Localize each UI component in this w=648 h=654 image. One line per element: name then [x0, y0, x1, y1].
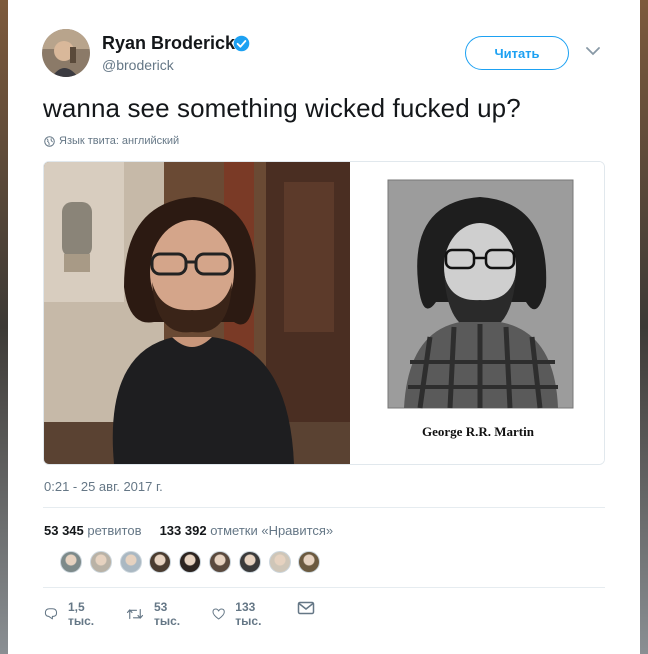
tweet-timestamp[interactable]: 0:21 - 25 авг. 2017 г.: [44, 479, 163, 494]
retweet-button[interactable]: 53 тыс.: [126, 600, 186, 628]
liker-avatar[interactable]: [179, 551, 202, 573]
reply-button[interactable]: 1,5 тыс.: [44, 600, 100, 628]
liker-avatar[interactable]: [238, 551, 261, 573]
reply-icon: [44, 608, 58, 620]
liker-avatar[interactable]: [60, 551, 82, 573]
tweet-card: Ryan Broderick @broderick Читать wanna s…: [8, 0, 640, 654]
chevron-down-icon[interactable]: [586, 46, 600, 56]
language-note: Язык твита: английский: [59, 135, 180, 147]
retweets-label: ретвитов: [87, 523, 142, 538]
image-caption: George R.R. Martin: [422, 424, 534, 439]
heart-icon: [212, 608, 225, 620]
likes-count: 133 392: [159, 523, 207, 538]
liker-avatars: [60, 551, 328, 573]
liker-avatar[interactable]: [268, 551, 291, 573]
yearbook-photo-image: [350, 162, 604, 464]
retweet-count: 53 тыс.: [154, 600, 181, 628]
liker-avatar[interactable]: [149, 551, 172, 573]
engagement-stats: 53 345 ретвитов 133 392 отметки «Нравитс…: [44, 523, 333, 538]
divider: [43, 507, 605, 508]
actor-photo-image: [44, 162, 350, 464]
globe-icon: [44, 136, 55, 147]
direct-message-button[interactable]: [297, 600, 325, 616]
author-name[interactable]: Ryan Broderick: [102, 33, 235, 54]
likes-label: отметки «Нравится»: [210, 523, 334, 538]
liker-avatar[interactable]: [89, 551, 112, 573]
photo-actor[interactable]: [44, 162, 350, 464]
verified-badge-icon: [233, 35, 250, 52]
like-count: 133 тыс.: [235, 600, 262, 628]
backdrop-right: [640, 0, 648, 654]
liker-avatar[interactable]: [298, 551, 321, 573]
author-avatar[interactable]: [42, 29, 90, 77]
retweet-icon: [126, 608, 144, 620]
tweet-text: wanna see something wicked fucked up?: [43, 93, 521, 123]
envelope-icon: [297, 601, 315, 615]
liker-avatar[interactable]: [119, 551, 142, 573]
tweet-media[interactable]: George R.R. Martin: [43, 161, 605, 465]
divider: [43, 587, 605, 588]
follow-button[interactable]: Читать: [465, 36, 569, 70]
liker-avatar[interactable]: [208, 551, 231, 573]
retweets-count: 53 345: [44, 523, 84, 538]
reply-count: 1,5 тыс.: [67, 600, 95, 628]
like-button[interactable]: 133 тыс.: [212, 600, 268, 628]
retweets-stat[interactable]: 53 345 ретвитов: [44, 523, 142, 538]
photo-yearbook[interactable]: George R.R. Martin: [350, 162, 604, 464]
backdrop-left: [0, 0, 8, 654]
author-handle[interactable]: @broderick: [102, 57, 174, 73]
likes-stat[interactable]: 133 392 отметки «Нравится»: [160, 523, 334, 538]
